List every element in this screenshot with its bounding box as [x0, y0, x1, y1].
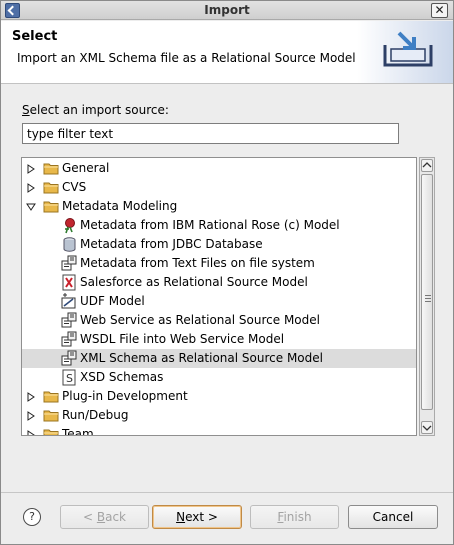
tree-item-label: XSD Schemas	[80, 370, 164, 384]
tree-item-label: UDF Model	[80, 294, 145, 308]
tree-item[interactable]: WSDL File into Web Service Model	[22, 330, 416, 349]
tree-item-label: Metadata from IBM Rational Rose (c) Mode…	[80, 218, 340, 232]
finish-button[interactable]: Finish	[250, 505, 339, 529]
tree-category[interactable]: General	[22, 159, 416, 178]
tree-item[interactable]: S XSD Schemas	[22, 368, 416, 387]
page-description: Import an XML Schema file as a Relationa…	[17, 51, 356, 65]
cancel-button[interactable]: Cancel	[348, 505, 438, 529]
tree-item[interactable]: Metadata from Text Files on file system	[22, 254, 416, 273]
tree-item-label: XML Schema as Relational Source Model	[80, 351, 323, 365]
tree-item-label: General	[62, 161, 110, 175]
window-title: Import	[204, 3, 250, 17]
import-wizard-icon	[61, 331, 78, 348]
folder-icon	[43, 160, 60, 177]
tree-category[interactable]: Plug-in Development	[22, 387, 416, 406]
filter-input[interactable]	[22, 123, 399, 144]
tree-item[interactable]: Metadata from JDBC Database	[22, 235, 416, 254]
page-title: Select	[12, 29, 58, 44]
tree-item-label: Run/Debug	[62, 408, 129, 422]
folder-icon	[43, 407, 60, 424]
scroll-down-button[interactable]	[421, 421, 433, 434]
import-wizard-icon	[61, 350, 78, 367]
rose-icon	[61, 217, 78, 234]
tree-category[interactable]: Run/Debug	[22, 406, 416, 425]
tree-item-label: Salesforce as Relational Source Model	[80, 275, 308, 289]
tree-item-label: Metadata Modeling	[62, 199, 178, 213]
expand-arrow-icon[interactable]	[26, 410, 36, 421]
expand-arrow-icon[interactable]	[26, 429, 36, 435]
tree-item[interactable]: Salesforce as Relational Source Model	[22, 273, 416, 292]
import-wizard-icon	[61, 312, 78, 329]
import-banner-icon	[357, 21, 453, 83]
wizard-banner: Select Import an XML Schema file as a Re…	[1, 21, 453, 84]
help-icon[interactable]: ?	[23, 508, 41, 526]
salesforce-icon	[61, 274, 78, 291]
folder-icon	[43, 179, 60, 196]
tree-vertical-scrollbar[interactable]	[419, 157, 435, 436]
close-button[interactable]: ✕	[431, 3, 448, 18]
tree-item-label: Metadata from Text Files on file system	[80, 256, 315, 270]
database-icon	[61, 236, 78, 253]
tree-item[interactable]: Metadata from IBM Rational Rose (c) Mode…	[22, 216, 416, 235]
import-source-tree[interactable]: General CVS Metadata Modeling Metadata from…	[21, 157, 417, 436]
tree-item-label: Metadata from JDBC Database	[80, 237, 263, 251]
tree-item-label: Team	[62, 427, 94, 436]
svg-text:S: S	[66, 372, 73, 385]
tree-category[interactable]: Metadata Modeling	[22, 197, 416, 216]
import-wizard-icon	[61, 255, 78, 272]
next-button[interactable]: Next >	[152, 505, 242, 529]
scrollbar-thumb[interactable]	[421, 174, 433, 410]
scroll-up-button[interactable]	[421, 159, 433, 172]
tree-item-label: CVS	[62, 180, 87, 194]
tree-item[interactable]: XML Schema as Relational Source Model	[22, 349, 416, 368]
folder-icon	[43, 388, 60, 405]
tree-category[interactable]: CVS	[22, 178, 416, 197]
import-source-label: Select an import source:	[22, 103, 169, 117]
tree-item-label: Plug-in Development	[62, 389, 188, 403]
collapse-arrow-icon[interactable]	[26, 201, 36, 211]
expand-arrow-icon[interactable]	[26, 391, 36, 402]
expand-arrow-icon[interactable]	[26, 163, 36, 174]
import-dialog: Import ✕ Select Import an XML Schema fil…	[0, 0, 454, 545]
folder-icon	[43, 426, 60, 435]
footer-separator	[1, 492, 453, 493]
title-bar: Import ✕	[1, 1, 453, 20]
tree-item[interactable]: UDF Model	[22, 292, 416, 311]
expand-arrow-icon[interactable]	[26, 182, 36, 193]
tree-item[interactable]: Web Service as Relational Source Model	[22, 311, 416, 330]
xsd-icon: S	[61, 369, 78, 386]
tree-item-label: Web Service as Relational Source Model	[80, 313, 320, 327]
udf-icon	[61, 293, 78, 310]
back-button[interactable]: < Back	[60, 505, 149, 529]
tree-category[interactable]: Team	[22, 425, 416, 436]
folder-icon	[43, 198, 60, 215]
tree-item-label: WSDL File into Web Service Model	[80, 332, 285, 346]
